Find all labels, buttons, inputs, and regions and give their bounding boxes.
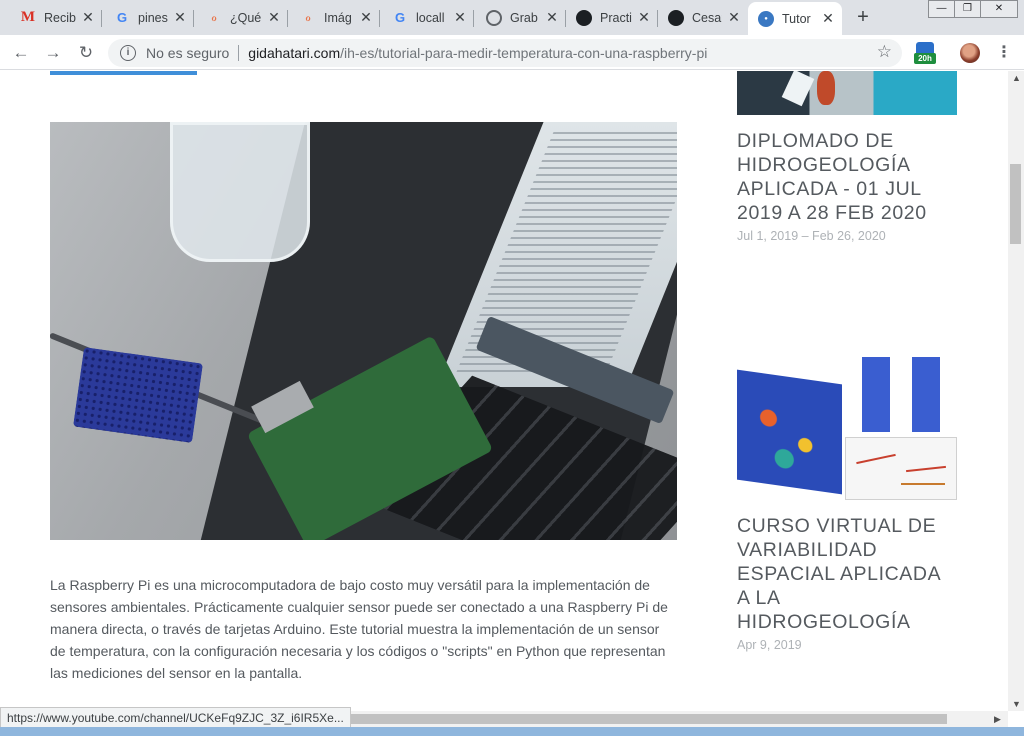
browser-toolbar: ← → ↻ i No es seguro gidahatari.com /ih-… — [0, 35, 1024, 70]
tab-title: ¿Qué — [230, 10, 262, 25]
scroll-down-icon[interactable]: ▼ — [1012, 699, 1021, 709]
close-icon[interactable]: ✕ — [544, 9, 560, 26]
close-icon[interactable]: ✕ — [726, 9, 742, 26]
globe-icon — [486, 9, 502, 26]
reload-button[interactable]: ↻ — [73, 40, 99, 66]
url-host: gidahatari.com — [248, 45, 341, 61]
tab-title: locall — [416, 10, 445, 25]
link-status-bar: https://www.youtube.com/channel/UCKeFq9Z… — [0, 707, 351, 729]
gidahatari-icon: ● — [758, 10, 774, 27]
security-label: No es seguro — [146, 45, 230, 61]
close-icon[interactable]: ✕ — [80, 9, 96, 26]
profile-avatar[interactable] — [960, 43, 980, 63]
post-thumbnail-curso[interactable] — [737, 357, 957, 500]
article-paragraph: La Raspberry Pi es una microcomputadora … — [50, 577, 668, 681]
article-hero-photo — [50, 122, 677, 540]
tab-github-cesar[interactable]: Cesar ✕ — [658, 2, 748, 33]
gmail-icon: M — [20, 9, 36, 25]
address-bar[interactable]: i No es seguro gidahatari.com /ih-es/tut… — [108, 39, 902, 67]
info-icon[interactable]: i — [120, 45, 136, 61]
close-icon[interactable]: ✕ — [266, 9, 282, 26]
close-icon[interactable]: ✕ — [636, 9, 652, 26]
os-taskbar — [0, 727, 1024, 736]
scroll-right-icon[interactable]: ▶ — [994, 714, 1001, 725]
url-path: /ih-es/tutorial-para-medir-temperatura-c… — [340, 45, 708, 61]
scroll-up-icon[interactable]: ▲ — [1012, 73, 1021, 83]
tab-title: pines — [138, 10, 168, 25]
github-icon — [668, 9, 684, 26]
post-title-curso[interactable]: Curso Virtual de Variabilidad Espacial A… — [737, 514, 957, 634]
blue-button[interactable] — [50, 71, 197, 75]
google-icon: G — [394, 10, 406, 25]
tab-google-pines[interactable]: G pines ✕ — [102, 2, 194, 33]
tab-tutorial-active[interactable]: ● Tutor ✕ — [748, 2, 842, 35]
restore-button[interactable]: ❐ — [954, 0, 981, 18]
horizontal-scroll-thumb[interactable] — [337, 714, 947, 724]
github-icon — [576, 9, 592, 26]
tab-github-practi[interactable]: Practi ✕ — [566, 2, 658, 33]
forward-button[interactable]: → — [40, 40, 66, 66]
page-viewport: La Raspberry Pi es una microcomputadora … — [0, 71, 1008, 711]
close-icon[interactable]: ✕ — [452, 9, 468, 26]
tab-imagenes[interactable]: ℴ Imág ✕ — [288, 2, 380, 33]
pin-icon: ℴ — [305, 12, 311, 24]
google-icon: G — [116, 10, 128, 25]
close-icon[interactable]: ✕ — [358, 9, 374, 26]
tab-title: Imág — [324, 10, 352, 25]
more-menu-icon[interactable]: ⋮ — [996, 42, 1012, 64]
window-close-button[interactable]: ✕ — [980, 0, 1018, 18]
tab-que[interactable]: ℴ ¿Qué ✕ — [194, 2, 288, 33]
post-date-diplomado: Jul 1, 2019 – Feb 26, 2020 — [737, 229, 886, 243]
extension-button[interactable]: 20h — [914, 42, 936, 66]
close-icon[interactable]: ✕ — [172, 9, 188, 26]
tab-title: Grab — [510, 10, 538, 25]
post-title-diplomado[interactable]: Diplomado de Hidrogeología Aplicada - 01… — [737, 129, 957, 225]
new-tab-button[interactable]: + — [852, 6, 874, 28]
pin-icon: ℴ — [211, 12, 217, 24]
tab-localhost[interactable]: G locall ✕ — [380, 2, 474, 33]
post-thumbnail-diplomado[interactable] — [737, 71, 957, 115]
bookmark-star-icon[interactable]: ☆ — [877, 42, 892, 62]
extension-badge: 20h — [914, 53, 936, 64]
tab-title: Recib — [44, 10, 76, 25]
tab-title: Cesar — [692, 10, 722, 25]
vertical-scroll-thumb[interactable] — [1010, 164, 1021, 244]
tab-gmail[interactable]: M Recib ✕ — [0, 2, 102, 33]
tab-strip: M Recib ✕ G pines ✕ ℴ ¿Qué ✕ ℴ Imág ✕ G … — [0, 0, 1024, 35]
back-button[interactable]: ← — [8, 40, 34, 66]
post-date-curso: Apr 9, 2019 — [737, 638, 802, 652]
tab-title: Tutor — [782, 11, 811, 26]
tab-title: Practi — [600, 10, 632, 25]
minimize-button[interactable]: — — [928, 0, 955, 18]
vertical-scrollbar[interactable]: ▲ ▼ — [1008, 71, 1024, 711]
tab-grab[interactable]: Grab ✕ — [474, 2, 566, 33]
close-icon[interactable]: ✕ — [820, 10, 836, 27]
